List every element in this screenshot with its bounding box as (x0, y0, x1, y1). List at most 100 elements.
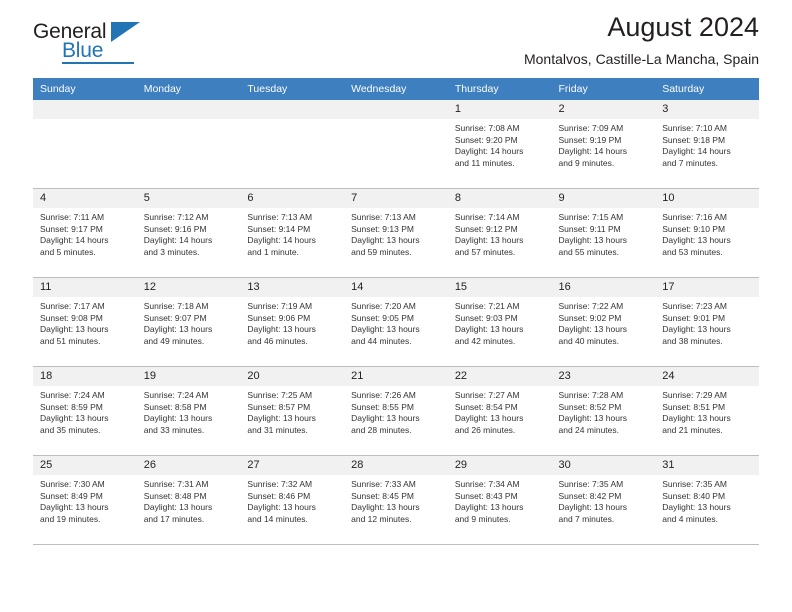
sunrise-sunset-calendar: Sunday Monday Tuesday Wednesday Thursday… (33, 78, 759, 545)
day-cell[interactable]: 29 Sunrise: 7:34 AM Sunset: 8:43 PM Dayl… (447, 455, 552, 545)
sunrise-text: Sunrise: 7:23 AM (662, 301, 727, 311)
day-number: 17 (655, 278, 759, 297)
sunset-text: Sunset: 9:03 PM (454, 312, 518, 323)
day-cell[interactable]: 31 Sunrise: 7:35 AM Sunset: 8:40 PM Dayl… (655, 455, 759, 545)
day-cell[interactable]: 30 Sunrise: 7:35 AM Sunset: 8:42 PM Dayl… (551, 455, 656, 545)
day-number: 21 (344, 367, 448, 386)
daylight-text-line1: Daylight: 14 hours (247, 235, 316, 246)
day-cell[interactable]: 5 Sunrise: 7:12 AM Sunset: 9:16 PM Dayli… (136, 188, 241, 278)
sunrise-text: Sunrise: 7:25 AM (247, 390, 313, 400)
daylight-text-line1: Daylight: 13 hours (662, 235, 731, 246)
day-cell[interactable]: 19 Sunrise: 7:24 AM Sunset: 8:58 PM Dayl… (136, 366, 241, 456)
sunrise-text: Sunrise: 7:21 AM (454, 301, 520, 311)
day-number: 25 (33, 456, 137, 475)
calendar-body: 1 Sunrise: 7:08 AM Sunset: 9:20 PM Dayli… (33, 100, 759, 545)
sunrise-text: Sunrise: 7:22 AM (558, 301, 624, 311)
day-cell[interactable]: 2 Sunrise: 7:09 AM Sunset: 9:19 PM Dayli… (551, 100, 656, 189)
sunset-text: Sunset: 8:54 PM (454, 401, 518, 412)
daylight-text-line1: Daylight: 13 hours (558, 502, 628, 513)
sunrise-text: Sunrise: 7:26 AM (351, 390, 416, 400)
day-cell[interactable]: 9 Sunrise: 7:15 AM Sunset: 9:11 PM Dayli… (551, 188, 656, 278)
day-cell[interactable]: 15 Sunrise: 7:21 AM Sunset: 9:03 PM Dayl… (447, 277, 552, 367)
day-info: Sunrise: 7:21 AM Sunset: 9:03 PM Dayligh… (448, 297, 552, 347)
day-cell[interactable]: 21 Sunrise: 7:26 AM Sunset: 8:55 PM Dayl… (344, 366, 448, 456)
day-cell[interactable]: 13 Sunrise: 7:19 AM Sunset: 9:06 PM Dayl… (240, 277, 345, 367)
day-number: 12 (136, 278, 241, 297)
sunset-text: Sunset: 9:20 PM (454, 134, 518, 145)
day-cell[interactable]: 25 Sunrise: 7:30 AM Sunset: 8:49 PM Dayl… (33, 455, 137, 545)
daylight-text-line1: Daylight: 13 hours (662, 413, 731, 424)
day-number: 27 (240, 456, 345, 475)
daylight-text-line2: and 14 minutes. (247, 513, 308, 524)
day-number: 4 (33, 189, 137, 208)
daylight-text-line1: Daylight: 14 hours (558, 146, 628, 157)
sunrise-text: Sunrise: 7:18 AM (143, 301, 209, 311)
day-cell[interactable]: 6 Sunrise: 7:13 AM Sunset: 9:14 PM Dayli… (240, 188, 345, 278)
sunrise-text: Sunrise: 7:24 AM (143, 390, 209, 400)
day-cell[interactable]: 27 Sunrise: 7:32 AM Sunset: 8:46 PM Dayl… (240, 455, 345, 545)
day-cell[interactable]: 22 Sunrise: 7:27 AM Sunset: 8:54 PM Dayl… (447, 366, 552, 456)
day-cell[interactable]: 7 Sunrise: 7:13 AM Sunset: 9:13 PM Dayli… (344, 188, 448, 278)
day-number: 13 (240, 278, 345, 297)
sunset-text: Sunset: 9:06 PM (247, 312, 311, 323)
generalblue-logo[interactable]: General Blue (33, 21, 163, 67)
day-cell[interactable]: 1 Sunrise: 7:08 AM Sunset: 9:20 PM Dayli… (447, 100, 552, 189)
day-cell[interactable]: 28 Sunrise: 7:33 AM Sunset: 8:45 PM Dayl… (344, 455, 448, 545)
daylight-text-line2: and 12 minutes. (351, 513, 412, 524)
page-title: August 2024 (607, 12, 759, 42)
day-cell[interactable]: 17 Sunrise: 7:23 AM Sunset: 9:01 PM Dayl… (655, 277, 759, 367)
day-cell[interactable]: 4 Sunrise: 7:11 AM Sunset: 9:17 PM Dayli… (33, 188, 137, 278)
day-number: 23 (551, 367, 656, 386)
day-cell[interactable]: 16 Sunrise: 7:22 AM Sunset: 9:02 PM Dayl… (551, 277, 656, 367)
calendar-week-row: 18 Sunrise: 7:24 AM Sunset: 8:59 PM Dayl… (33, 366, 759, 456)
day-number: 18 (33, 367, 137, 386)
day-cell[interactable]: 24 Sunrise: 7:29 AM Sunset: 8:51 PM Dayl… (655, 366, 759, 456)
day-info: Sunrise: 7:34 AM Sunset: 8:43 PM Dayligh… (448, 475, 552, 525)
sunset-text: Sunset: 8:46 PM (247, 490, 311, 501)
daylight-text-line2: and 11 minutes. (454, 157, 515, 168)
daylight-text-line2: and 7 minutes. (558, 513, 615, 524)
day-cell[interactable]: 11 Sunrise: 7:17 AM Sunset: 9:08 PM Dayl… (33, 277, 137, 367)
daylight-text-line1: Daylight: 13 hours (40, 413, 109, 424)
day-cell[interactable]: 26 Sunrise: 7:31 AM Sunset: 8:48 PM Dayl… (136, 455, 241, 545)
day-number: 19 (136, 367, 241, 386)
day-cell[interactable]: 14 Sunrise: 7:20 AM Sunset: 9:05 PM Dayl… (344, 277, 448, 367)
daylight-text-line1: Daylight: 13 hours (558, 324, 628, 335)
day-cell[interactable]: 23 Sunrise: 7:28 AM Sunset: 8:52 PM Dayl… (551, 366, 656, 456)
sunset-text: Sunset: 9:08 PM (40, 312, 103, 323)
daylight-text-line2: and 42 minutes. (454, 335, 516, 346)
day-cell[interactable]: 12 Sunrise: 7:18 AM Sunset: 9:07 PM Dayl… (136, 277, 241, 367)
calendar-week-row: 1 Sunrise: 7:08 AM Sunset: 9:20 PM Dayli… (33, 100, 759, 189)
day-number: 29 (447, 456, 552, 475)
sunset-text: Sunset: 8:49 PM (40, 490, 103, 501)
sunset-text: Sunset: 8:55 PM (351, 401, 414, 412)
daylight-text-line2: and 51 minutes. (40, 335, 101, 346)
day-cell[interactable]: 20 Sunrise: 7:25 AM Sunset: 8:57 PM Dayl… (240, 366, 345, 456)
daylight-text-line2: and 33 minutes. (143, 424, 205, 435)
daylight-text-line1: Daylight: 13 hours (143, 413, 213, 424)
day-cell[interactable]: 10 Sunrise: 7:16 AM Sunset: 9:10 PM Dayl… (655, 188, 759, 278)
daylight-text-line2: and 59 minutes. (351, 246, 412, 257)
calendar-week-row: 25 Sunrise: 7:30 AM Sunset: 8:49 PM Dayl… (33, 455, 759, 545)
day-number: 11 (33, 278, 137, 297)
day-info: Sunrise: 7:08 AM Sunset: 9:20 PM Dayligh… (448, 119, 552, 169)
daylight-text-line2: and 26 minutes. (454, 424, 516, 435)
day-number: 10 (655, 189, 759, 208)
sunrise-text: Sunrise: 7:16 AM (662, 212, 727, 222)
sunrise-text: Sunrise: 7:34 AM (454, 479, 520, 489)
day-info: Sunrise: 7:30 AM Sunset: 8:49 PM Dayligh… (33, 475, 137, 525)
daylight-text-line1: Daylight: 13 hours (662, 502, 731, 513)
page-header: General Blue August 2024 Montalvos, Cast… (33, 0, 759, 78)
weekday-header-saturday: Saturday (655, 78, 759, 100)
daylight-text-line1: Daylight: 13 hours (247, 324, 316, 335)
day-info: Sunrise: 7:12 AM Sunset: 9:16 PM Dayligh… (137, 208, 241, 258)
sunrise-text: Sunrise: 7:15 AM (558, 212, 624, 222)
calendar-week-row: 4 Sunrise: 7:11 AM Sunset: 9:17 PM Dayli… (33, 188, 759, 278)
sunrise-text: Sunrise: 7:28 AM (558, 390, 624, 400)
day-cell[interactable]: 8 Sunrise: 7:14 AM Sunset: 9:12 PM Dayli… (447, 188, 552, 278)
logo-text-blue: Blue (62, 39, 104, 62)
sunrise-text: Sunrise: 7:30 AM (40, 479, 105, 489)
day-cell[interactable]: 3 Sunrise: 7:10 AM Sunset: 9:18 PM Dayli… (655, 100, 759, 189)
sunrise-text: Sunrise: 7:27 AM (454, 390, 520, 400)
day-cell[interactable]: 18 Sunrise: 7:24 AM Sunset: 8:59 PM Dayl… (33, 366, 137, 456)
